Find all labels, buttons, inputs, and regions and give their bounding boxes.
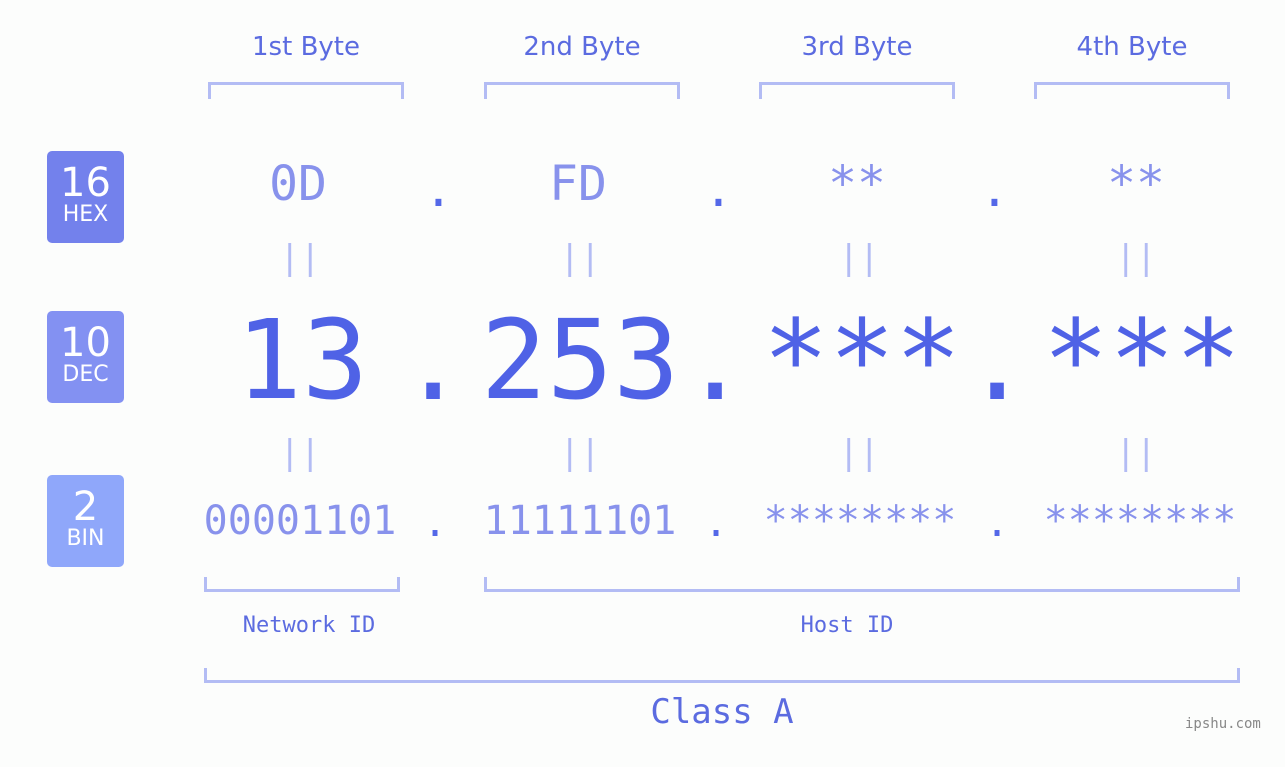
hex-badge: 16 HEX [47, 151, 124, 243]
watermark: ipshu.com [1185, 716, 1261, 732]
dec-byte-3: *** [762, 296, 962, 424]
hex-separator-2: . [704, 162, 733, 218]
network-id-bracket [204, 577, 400, 592]
equals-dec-bin-4: || [1115, 433, 1157, 473]
class-label: Class A [650, 692, 794, 732]
network-id-label: Network ID [242, 613, 376, 638]
byte-bracket-4 [1034, 82, 1230, 99]
hex-base-number: 16 [60, 160, 111, 206]
equals-dec-bin-1: || [279, 433, 321, 473]
byte-bracket-1 [208, 82, 404, 99]
dec-base-label: DEC [62, 362, 109, 387]
byte-header-2: 2nd Byte [523, 32, 641, 62]
host-id-bracket [484, 577, 1240, 592]
host-id-label: Host ID [800, 613, 894, 638]
hex-byte-2: FD [549, 156, 607, 212]
dec-separator-3: . [964, 297, 1031, 425]
bin-byte-3: ******** [763, 498, 957, 544]
bin-byte-1: 00001101 [203, 498, 397, 544]
byte-header-3: 3rd Byte [801, 32, 913, 62]
bin-badge: 2 BIN [47, 475, 124, 567]
byte-header-4: 4th Byte [1076, 32, 1188, 62]
bin-separator-2: . [704, 500, 729, 546]
dec-separator-2: . [682, 297, 749, 425]
hex-byte-4: ** [1107, 156, 1165, 212]
bin-base-number: 2 [72, 484, 99, 530]
hex-byte-3: ** [828, 156, 886, 212]
equals-hex-dec-1: || [279, 238, 321, 278]
hex-separator-1: . [424, 162, 453, 218]
byte-bracket-3 [759, 82, 955, 99]
bin-byte-2: 11111101 [483, 498, 677, 544]
equals-hex-dec-3: || [838, 238, 880, 278]
bin-byte-4: ******** [1043, 498, 1237, 544]
dec-byte-4: *** [1042, 296, 1242, 424]
byte-bracket-2 [484, 82, 680, 99]
class-bracket [204, 668, 1240, 683]
dec-base-number: 10 [60, 320, 111, 366]
byte-header-1: 1st Byte [252, 32, 360, 62]
dec-badge: 10 DEC [47, 311, 124, 403]
bin-separator-1: . [423, 500, 448, 546]
equals-hex-dec-2: || [559, 238, 601, 278]
dec-separator-1: . [400, 297, 467, 425]
equals-dec-bin-3: || [838, 433, 880, 473]
bin-base-label: BIN [66, 526, 105, 551]
bin-separator-3: . [985, 500, 1010, 546]
equals-hex-dec-4: || [1115, 238, 1157, 278]
dec-byte-2: 253 [480, 296, 680, 424]
dec-byte-1: 13 [235, 296, 369, 424]
hex-base-label: HEX [62, 202, 109, 227]
hex-separator-3: . [980, 162, 1009, 218]
equals-dec-bin-2: || [559, 433, 601, 473]
hex-byte-1: 0D [269, 156, 327, 212]
